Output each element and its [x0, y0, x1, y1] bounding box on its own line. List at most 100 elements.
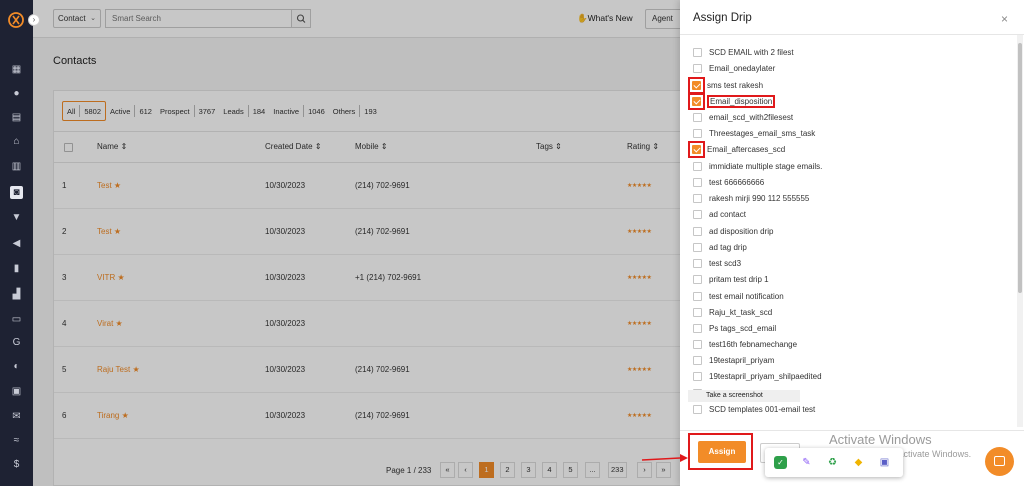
- drip-label: ad disposition drip: [709, 226, 774, 236]
- drip-label: 19testapril_priyam_shilpaedited: [709, 371, 822, 381]
- drip-item[interactable]: test 666666666: [693, 174, 993, 190]
- google-icon[interactable]: G: [10, 336, 23, 349]
- drip-checkbox[interactable]: [693, 63, 702, 73]
- drip-item[interactable]: Email_disposition: [688, 92, 993, 110]
- drip-checkbox[interactable]: [693, 47, 702, 57]
- drip-item[interactable]: test16th febnamechange: [693, 336, 993, 352]
- drip-item[interactable]: 19testapril_priyam: [693, 352, 993, 368]
- drip-checkbox[interactable]: [692, 144, 701, 154]
- drip-label: Ps tags_scd_email: [709, 323, 777, 333]
- drip-item[interactable]: test scd3: [693, 255, 993, 271]
- drip-label: 19testapril_priyam: [709, 355, 775, 365]
- drip-checkbox[interactable]: [693, 371, 702, 381]
- drip-label: test16th febnamechange: [709, 339, 798, 349]
- assign-drip-modal: Assign Drip × SCD EMAIL with 2 filest Em…: [680, 0, 1024, 486]
- drip-checkbox[interactable]: [693, 291, 702, 301]
- scrollbar-thumb[interactable]: [1018, 43, 1022, 293]
- drip-checkbox[interactable]: [693, 258, 702, 268]
- drip-checkbox[interactable]: [693, 226, 702, 236]
- drip-checkbox[interactable]: [693, 307, 702, 317]
- drip-item[interactable]: Threestages_email_sms_task: [693, 125, 993, 141]
- drip-label: Threestages_email_sms_task: [709, 128, 816, 138]
- drip-checkbox[interactable]: [693, 355, 702, 365]
- drip-checkbox[interactable]: [693, 242, 702, 252]
- drip-checkbox[interactable]: [692, 80, 701, 90]
- mail-icon[interactable]: ✉: [10, 410, 23, 423]
- drip-item[interactable]: ad disposition drip: [693, 223, 993, 239]
- drip-checkbox[interactable]: [693, 161, 702, 171]
- drip-label: test 666666666: [709, 177, 765, 187]
- drip-checkbox[interactable]: [693, 128, 702, 138]
- drip-item[interactable]: Raju_kt_task_scd: [693, 304, 993, 320]
- drip-item[interactable]: Email_aftercases_scd: [688, 140, 993, 158]
- drip-checkbox[interactable]: [693, 209, 702, 219]
- contacts-icon[interactable]: ◙: [10, 186, 23, 199]
- folder-icon[interactable]: ▭: [10, 313, 23, 326]
- drip-item[interactable]: SCD EMAIL with 2 filest: [693, 44, 993, 60]
- drip-item[interactable]: ad contact: [693, 206, 993, 222]
- sidebar-collapse-button[interactable]: ›: [28, 14, 40, 26]
- tray-popup: ✓ ✎ ♻ ◆ ▣: [765, 448, 903, 477]
- drip-item[interactable]: immidiate multiple stage emails.: [693, 158, 993, 174]
- checkmark-app-icon[interactable]: ✓: [774, 456, 787, 469]
- drip-item[interactable]: Email_onedaylater: [693, 60, 993, 76]
- drip-checkbox[interactable]: [693, 112, 702, 122]
- calendar-icon[interactable]: ▣: [10, 385, 23, 398]
- pen-icon[interactable]: ✎: [800, 456, 813, 469]
- drip-item[interactable]: email_scd_with2filesest: [693, 109, 993, 125]
- notes-icon[interactable]: ▮: [10, 262, 23, 275]
- dollar-icon[interactable]: $: [10, 458, 23, 471]
- brand-logo-icon: [8, 12, 24, 28]
- drip-item[interactable]: Ps tags_scd_email: [693, 320, 993, 336]
- bank-icon[interactable]: ⌂: [10, 135, 23, 148]
- drip-label: test scd3: [709, 258, 742, 268]
- drip-item[interactable]: rakesh mirji 990 112 555555: [693, 190, 993, 206]
- activation-title: Activate Windows: [829, 432, 932, 447]
- drip-list: SCD EMAIL with 2 filest Email_onedaylate…: [680, 35, 1016, 427]
- modal-title: Assign Drip: [693, 12, 752, 24]
- drip-label: Raju_kt_task_scd: [709, 307, 773, 317]
- drip-label: Email_disposition: [707, 94, 776, 108]
- drip-checkbox[interactable]: [693, 404, 702, 414]
- drip-item[interactable]: pritam test drip 1: [693, 271, 993, 287]
- drip-item[interactable]: sms test rakesh: [688, 76, 993, 94]
- drip-label: Email_onedaylater: [709, 63, 776, 73]
- left-sidebar: ▦ ● ▤ ⌂ ▥ ◙ ▼ ◀ ▮ ▟ ▭ G ◐ ▣ ✉ ≈ $: [0, 0, 33, 486]
- drip-checkbox[interactable]: [692, 96, 701, 106]
- recycle-icon[interactable]: ♻: [826, 456, 839, 469]
- drip-label: immidiate multiple stage emails.: [709, 161, 823, 171]
- drip-checkbox[interactable]: [693, 193, 702, 203]
- chat-support-icon[interactable]: [985, 447, 1014, 476]
- reports-icon[interactable]: ▥: [10, 160, 23, 173]
- documents-icon[interactable]: ▤: [10, 111, 23, 124]
- drip-checkbox[interactable]: [693, 274, 702, 284]
- teams-icon[interactable]: ▣: [878, 456, 891, 469]
- security-shield-icon[interactable]: ◆: [852, 456, 865, 469]
- handshake-icon[interactable]: ≈: [10, 434, 23, 447]
- drip-item[interactable]: SCD templates 001-email test: [693, 401, 993, 417]
- red-arrow-annotation-icon: [641, 454, 688, 462]
- analytics-icon[interactable]: ▟: [10, 288, 23, 301]
- assign-button[interactable]: Assign: [698, 441, 746, 463]
- dashboard-icon[interactable]: ▦: [10, 63, 23, 76]
- funnel-icon[interactable]: ▼: [10, 211, 23, 224]
- drip-checkbox[interactable]: [693, 177, 702, 187]
- drip-item[interactable]: ad tag drip: [693, 239, 993, 255]
- drip-label: SCD EMAIL with 2 filest: [709, 47, 794, 57]
- megaphone-icon[interactable]: ◀: [10, 237, 23, 250]
- compass-icon[interactable]: ◐: [10, 360, 23, 373]
- drip-item[interactable]: test email notification: [693, 288, 993, 304]
- close-icon[interactable]: ×: [1001, 12, 1008, 26]
- drip-checkbox[interactable]: [693, 323, 702, 333]
- drip-label: pritam test drip 1: [709, 274, 769, 284]
- screenshot-tooltip: Take a screenshot: [688, 390, 800, 402]
- drip-label: rakesh mirji 990 112 555555: [709, 193, 810, 203]
- drip-label: test email notification: [709, 291, 784, 301]
- modal-footer-divider: [680, 430, 1024, 431]
- drip-checkbox[interactable]: [693, 339, 702, 349]
- users-icon[interactable]: ●: [10, 87, 23, 100]
- drip-item[interactable]: 19testapril_priyam_shilpaedited: [693, 368, 993, 384]
- drip-list-scrollbar[interactable]: [1017, 35, 1023, 427]
- drip-label: ad contact: [709, 209, 746, 219]
- drip-label: email_scd_with2filesest: [709, 112, 794, 122]
